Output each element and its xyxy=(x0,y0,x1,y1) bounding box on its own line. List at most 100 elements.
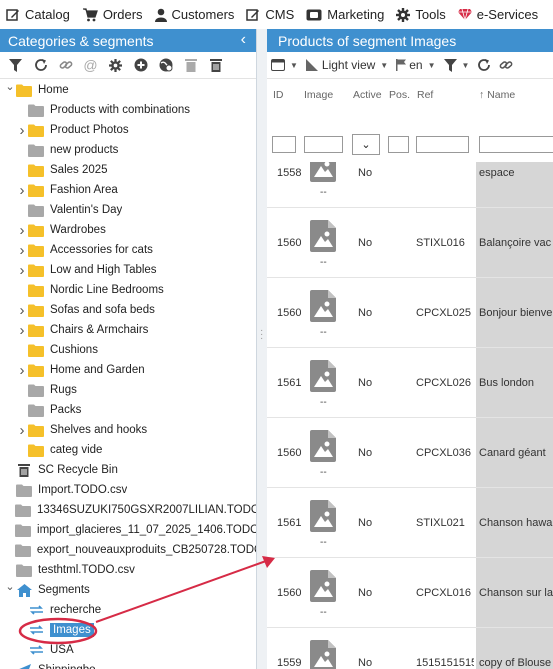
tree-item[interactable]: › Chairs & Armchairs xyxy=(0,320,256,340)
filter-image-input[interactable] xyxy=(304,136,343,153)
filter-ref-input[interactable] xyxy=(416,136,469,153)
tree-item[interactable]: Cushions xyxy=(0,340,256,360)
segment-icon xyxy=(28,623,44,637)
cell-image[interactable]: -- xyxy=(310,418,336,487)
tree-item[interactable]: SC Recycle Bin xyxy=(0,460,256,480)
tree-item[interactable]: Images xyxy=(0,620,256,640)
column-header-active[interactable]: Active xyxy=(353,89,382,101)
menu-tools[interactable]: Tools xyxy=(390,0,451,29)
filter-dropdown[interactable]: ▼ xyxy=(440,53,474,77)
tree-item[interactable]: › Home and Garden xyxy=(0,360,256,380)
cell-image[interactable]: -- xyxy=(310,278,336,347)
filter-id-input[interactable] xyxy=(272,136,296,153)
filter-name-input[interactable] xyxy=(479,136,553,153)
tree-item[interactable]: Sales 2025 xyxy=(0,160,256,180)
cell-image[interactable]: -- xyxy=(310,488,336,557)
tree-item[interactable]: › Product Photos xyxy=(0,120,256,140)
tree-item[interactable]: export_nouveauxproduits_CB250728.TODO.cs… xyxy=(0,540,256,560)
table-row[interactable]: 1560 -- No STIXL016 Balançoire vac xyxy=(267,208,553,278)
gear-icon[interactable] xyxy=(103,53,128,77)
tree-item[interactable]: 13346SUZUKI750GSXR2007LILIAN.TODO.csv xyxy=(0,500,256,520)
chevron-right-icon[interactable]: › xyxy=(16,302,28,319)
tree-item[interactable]: ⌄ Segments xyxy=(0,580,256,600)
chevron-right-icon[interactable]: › xyxy=(16,262,28,279)
menu-eservices[interactable]: e-Services xyxy=(452,0,544,29)
menu-customers[interactable]: Customers xyxy=(149,0,241,29)
chevron-down-icon[interactable]: ⌄ xyxy=(4,580,16,593)
column-header-ref[interactable]: Ref xyxy=(417,89,433,101)
table-row[interactable]: 1560 -- No CPCXL036 Canard géant xyxy=(267,418,553,488)
tree-item-label: Wardrobes xyxy=(50,224,106,236)
cell-active: No xyxy=(358,446,373,459)
chevron-right-icon[interactable]: › xyxy=(16,182,28,199)
menu-orders[interactable]: Orders xyxy=(76,0,149,29)
tree-item[interactable]: recherche xyxy=(0,600,256,620)
tree-item[interactable]: › Shelves and hooks xyxy=(0,420,256,440)
tree-item[interactable]: › Sofas and sofa beds xyxy=(0,300,256,320)
tree-item[interactable]: › Wardrobes xyxy=(0,220,256,240)
language-dropdown[interactable]: en ▼ xyxy=(392,53,439,77)
tree-item[interactable]: ⌄ Home xyxy=(0,80,256,100)
top-menu-bar: Catalog Orders Customers CMS Marketing T… xyxy=(0,0,553,30)
filter-pos-input[interactable] xyxy=(388,136,409,153)
column-header-image[interactable]: Image xyxy=(304,89,333,101)
add-circle-icon[interactable] xyxy=(128,53,153,77)
table-row[interactable]: 1559 -- No 1515151515 copy of Blouse xyxy=(267,628,553,669)
table-row[interactable]: 1560 -- No CPCXL025 Bonjour bienve xyxy=(267,278,553,348)
cell-image[interactable]: -- xyxy=(310,628,336,669)
tree-item[interactable]: Shippingbo xyxy=(0,660,256,669)
tree-item[interactable]: › Low and High Tables xyxy=(0,260,256,280)
table-row[interactable]: 1561 -- No CPCXL026 Bus london xyxy=(267,348,553,418)
tree-item[interactable]: Valentin's Day xyxy=(0,200,256,220)
link-icon[interactable] xyxy=(53,53,78,77)
table-row[interactable]: 1560 -- No CPCXL016 Chanson sur la xyxy=(267,558,553,628)
cell-image[interactable]: -- xyxy=(310,348,336,417)
cell-image[interactable]: -- xyxy=(310,162,336,207)
table-row[interactable]: 1558 -- No espace xyxy=(267,162,553,208)
tree-item[interactable]: USA xyxy=(0,640,256,660)
tree-item[interactable]: Packs xyxy=(0,400,256,420)
refresh-icon[interactable] xyxy=(28,53,53,77)
diamond-icon xyxy=(457,8,472,21)
table-row[interactable]: 1561 -- No STIXL021 Chanson hawa xyxy=(267,488,553,558)
tree-item[interactable]: categ vide xyxy=(0,440,256,460)
globe-icon[interactable] xyxy=(153,53,178,77)
column-header-pos[interactable]: Pos. xyxy=(389,89,410,101)
tree-item[interactable]: › Accessories for cats xyxy=(0,240,256,260)
trash-bin-icon[interactable] xyxy=(203,53,228,77)
filter-icon[interactable] xyxy=(3,53,28,77)
tree-item[interactable]: import_glacieres_11_07_2025_1406.TODO.cs… xyxy=(0,520,257,540)
tree-item-label: import_glacieres_11_07_2025_1406.TODO.cs… xyxy=(37,524,257,536)
light-view-dropdown[interactable]: Light view ▼ xyxy=(302,53,392,77)
cell-name-label: Balançoire vac xyxy=(479,236,552,249)
chevron-right-icon[interactable]: › xyxy=(16,422,28,439)
column-header-name[interactable]: ↑ Name xyxy=(479,89,515,101)
chevron-right-icon[interactable]: › xyxy=(16,222,28,239)
refresh-button[interactable] xyxy=(473,53,495,77)
menu-cms[interactable]: CMS xyxy=(240,0,300,29)
chevron-right-icon[interactable]: › xyxy=(16,362,28,379)
filter-active-select[interactable]: ⌄ xyxy=(352,134,380,155)
tree-item[interactable]: Rugs xyxy=(0,380,256,400)
chevron-right-icon[interactable]: › xyxy=(16,242,28,259)
tree-item[interactable]: › Fashion Area xyxy=(0,180,256,200)
tree-item[interactable]: Nordic Line Bedrooms xyxy=(0,280,256,300)
menu-catalog[interactable]: Catalog xyxy=(0,0,76,29)
trash-icon[interactable] xyxy=(178,53,203,77)
cell-image[interactable]: -- xyxy=(310,558,336,627)
tree-item[interactable]: Import.TODO.csv xyxy=(0,480,256,500)
at-icon[interactable]: @ xyxy=(78,53,103,77)
menu-marketing[interactable]: Marketing xyxy=(300,0,390,29)
link-button[interactable] xyxy=(495,53,517,77)
grid-view-button[interactable]: ▼ xyxy=(267,53,302,77)
column-header-id[interactable]: ID xyxy=(273,89,284,101)
cell-image[interactable]: -- xyxy=(310,208,336,277)
tree-item[interactable]: testhtml.TODO.csv xyxy=(0,560,256,580)
chevron-right-icon[interactable]: › xyxy=(16,322,28,339)
chevron-down-icon[interactable]: ⌄ xyxy=(4,80,16,93)
tree-item[interactable]: new products xyxy=(0,140,256,160)
panel-splitter[interactable]: · · · xyxy=(257,29,267,669)
chevron-right-icon[interactable]: › xyxy=(16,122,28,139)
tree-item[interactable]: Products with combinations xyxy=(0,100,256,120)
chevron-left-icon[interactable]: ‹ xyxy=(241,31,246,49)
